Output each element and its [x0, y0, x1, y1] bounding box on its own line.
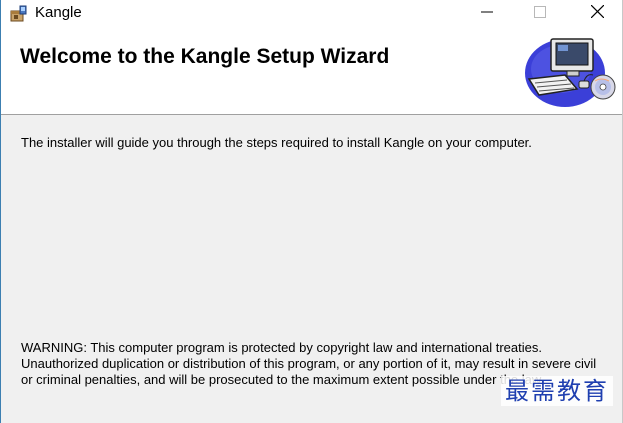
page-title: Welcome to the Kangle Setup Wizard [20, 45, 390, 68]
wizard-header: Welcome to the Kangle Setup Wizard [1, 28, 622, 115]
setup-wizard-window: Kangle Welcome to the Kangle Setup Wizar… [0, 0, 623, 423]
close-button[interactable] [574, 0, 620, 28]
watermark-text: 最需教育 [501, 376, 613, 406]
installer-box-icon [9, 5, 29, 23]
minimize-icon [481, 5, 493, 23]
warning-line: Unauthorized duplication or distribution… [21, 356, 597, 371]
warning-line: WARNING: This computer program is protec… [21, 340, 542, 355]
maximize-button[interactable] [517, 0, 563, 28]
window-title: Kangle [35, 4, 82, 21]
intro-text: The installer will guide you through the… [21, 135, 532, 150]
close-icon [590, 4, 604, 23]
computer-cd-banner-icon [521, 31, 617, 109]
minimize-button[interactable] [464, 0, 510, 28]
maximize-icon [534, 5, 546, 23]
title-bar[interactable]: Kangle [1, 0, 622, 28]
